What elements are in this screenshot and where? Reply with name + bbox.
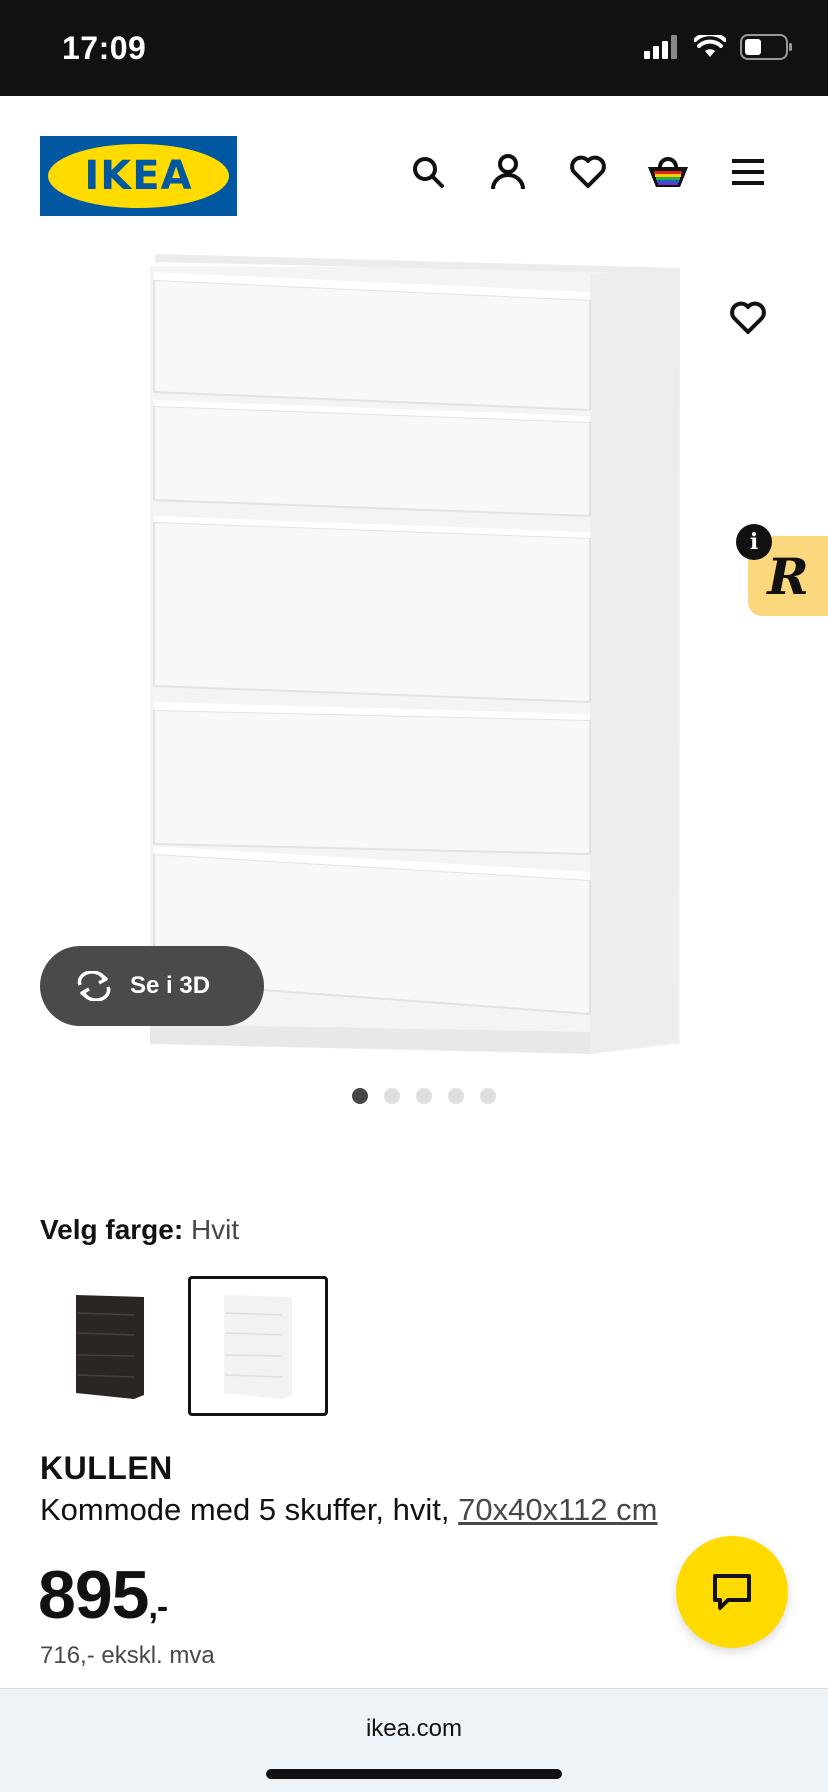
url-text[interactable]: ikea.com — [0, 1715, 828, 1743]
dimensions-link[interactable]: 70x40x112 cm — [458, 1492, 657, 1527]
view-3d-label: Se i 3D — [130, 972, 211, 999]
badge-letter: R — [767, 546, 809, 606]
info-letter: i — [749, 529, 759, 555]
battery-icon — [740, 34, 792, 60]
pagination-dot[interactable] — [384, 1088, 400, 1104]
wifi-icon — [694, 35, 726, 57]
rotate-3d-icon — [77, 971, 111, 1001]
color-picker-label: Velg farge: Hvit — [40, 1214, 239, 1246]
product-image — [150, 254, 680, 1054]
pagination-dot[interactable] — [480, 1088, 496, 1104]
product-description-text: Kommode med 5 skuffer, hvit, — [40, 1492, 450, 1527]
home-indicator[interactable] — [266, 1769, 562, 1779]
price-value: 895 — [38, 1557, 149, 1633]
status-time: 17:09 — [62, 30, 147, 66]
price-suffix: ,- — [148, 1588, 168, 1626]
user-icon[interactable] — [486, 150, 530, 194]
price-ex-vat: 716,- ekskl. mva — [40, 1642, 215, 1669]
product-name: KULLEN — [40, 1450, 173, 1486]
swatch-image — [224, 1295, 292, 1399]
heart-icon — [730, 301, 766, 334]
search-icon[interactable] — [406, 150, 450, 194]
color-swatch-white[interactable] — [188, 1276, 328, 1416]
pagination-dot[interactable] — [416, 1088, 432, 1104]
chat-icon — [713, 1574, 751, 1610]
swatch-image — [76, 1295, 144, 1399]
site-header: IKEA — [0, 96, 828, 246]
menu-icon[interactable] — [726, 150, 770, 194]
view-3d-button[interactable]: Se i 3D — [40, 946, 264, 1026]
browser-url-bar[interactable]: ikea.com — [0, 1688, 828, 1792]
wishlist-button[interactable] — [724, 294, 772, 342]
pagination-dot[interactable] — [352, 1088, 368, 1104]
color-swatch-black-brown[interactable] — [40, 1276, 180, 1416]
color-label-text: Velg farge: — [40, 1214, 184, 1245]
product-description: Kommode med 5 skuffer, hvit, 70x40x112 c… — [40, 1492, 657, 1528]
heart-icon[interactable] — [566, 150, 610, 194]
signal-icon — [644, 35, 677, 59]
logo-text: IKEA — [84, 153, 193, 199]
product-gallery[interactable]: R i Se i 3D — [0, 246, 828, 1104]
pagination-dot[interactable] — [448, 1088, 464, 1104]
gallery-pagination[interactable] — [0, 1088, 828, 1104]
color-selected-value: Hvit — [190, 1214, 240, 1245]
product-price: 895,- — [38, 1556, 168, 1634]
status-icons — [644, 34, 794, 60]
chat-button[interactable] — [676, 1536, 788, 1648]
info-icon[interactable]: i — [736, 524, 772, 560]
ikea-logo[interactable]: IKEA — [40, 136, 237, 216]
basket-icon[interactable] — [646, 150, 690, 194]
status-bar: 17:09 — [0, 0, 828, 96]
